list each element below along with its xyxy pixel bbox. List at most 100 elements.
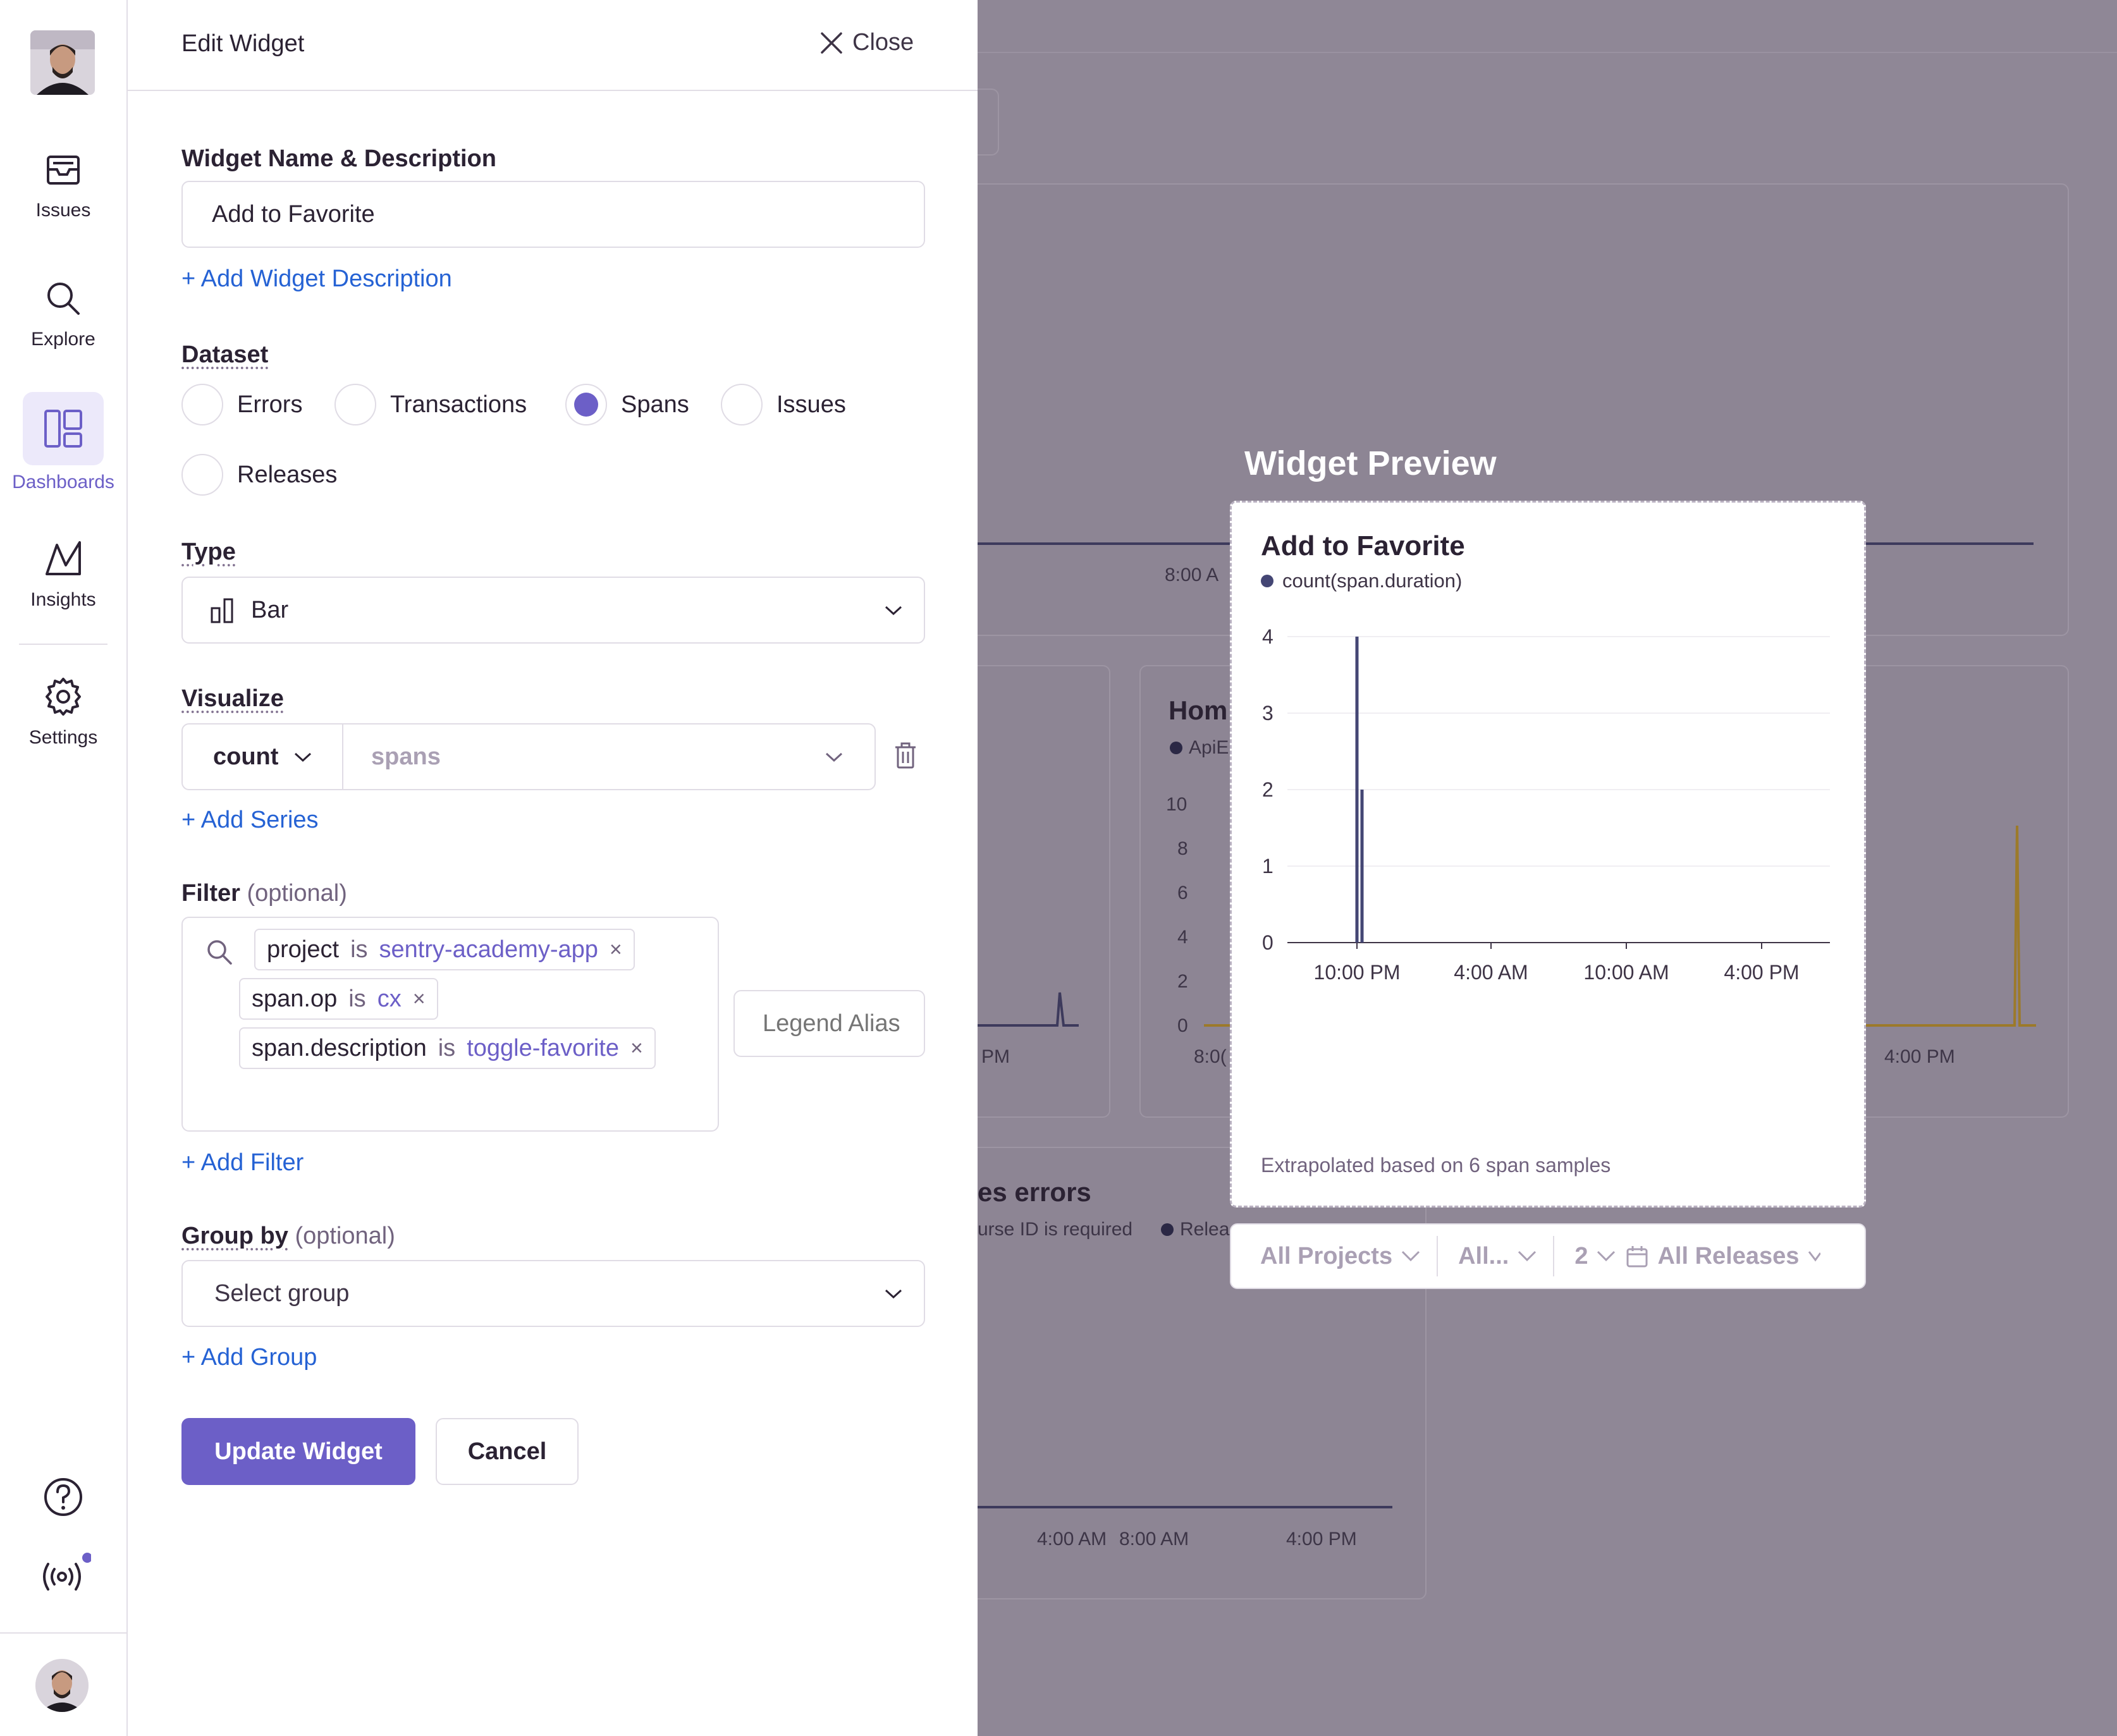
bg-bottom-tick-1: 4:00 AM — [1037, 1529, 1107, 1550]
filter-key: span.description — [252, 1034, 427, 1061]
gear-icon — [46, 678, 81, 716]
visualize-label: Visualize — [181, 685, 284, 712]
remove-filter-icon[interactable]: × — [413, 987, 426, 1012]
sidebar-item-label: Insights — [30, 589, 96, 610]
field-placeholder: spans — [371, 743, 441, 770]
remove-filter-icon[interactable]: × — [610, 938, 622, 962]
sidebar-item-settings[interactable]: Settings — [0, 674, 126, 749]
bg-y-8: 8 — [1177, 838, 1188, 859]
panel-title: Edit Widget — [181, 30, 305, 57]
search-icon — [47, 283, 80, 315]
bg-header-divider — [978, 52, 2117, 53]
bg-errors-legend2: Relea — [1161, 1219, 1229, 1240]
panel-header: Edit Widget Close — [128, 0, 978, 91]
bg-errors-axis — [978, 1506, 1392, 1508]
field-select[interactable]: spans — [342, 723, 876, 790]
inbox-icon — [47, 156, 80, 185]
aggregate-select[interactable]: count — [181, 723, 343, 790]
dataset-radio-errors[interactable]: Errors — [181, 384, 302, 425]
dataset-label: Dataset — [181, 341, 269, 368]
add-description-link[interactable]: + Add Widget Description — [181, 266, 452, 293]
add-filter-link[interactable]: + Add Filter — [181, 1149, 304, 1177]
chevron-down-icon — [825, 752, 843, 762]
chart-bar — [1360, 790, 1364, 943]
close-button[interactable]: Close — [819, 29, 914, 56]
dataset-radio-issues[interactable]: Issues — [721, 384, 846, 425]
broadcast-icon[interactable] — [38, 1549, 91, 1594]
release-filter[interactable]: All Releases — [1626, 1243, 1821, 1270]
sidebar-item-explore[interactable]: Explore — [0, 276, 126, 350]
filter-operator[interactable]: is — [438, 1035, 455, 1062]
filter-divider — [1437, 1236, 1439, 1276]
environment-filter[interactable]: All... — [1458, 1243, 1537, 1270]
bg-bottom-tick-2: 8:00 AM — [1119, 1529, 1189, 1550]
sidebar-item-dashboards[interactable]: Dashboards — [0, 392, 126, 493]
cancel-button[interactable]: Cancel — [436, 1418, 579, 1485]
bg-y-6: 6 — [1177, 883, 1188, 903]
radio-label: Errors — [237, 391, 303, 418]
insights-icon — [46, 541, 81, 575]
chevron-down-icon — [885, 1289, 902, 1299]
type-label: Type — [181, 539, 236, 565]
bg-widget-title: Hom — [1169, 695, 1228, 725]
chevron-down-icon — [294, 752, 312, 762]
add-group-link[interactable]: + Add Group — [181, 1344, 317, 1371]
legend-alias-input[interactable] — [733, 990, 925, 1057]
date-range-filter[interactable]: 2 — [1574, 1243, 1616, 1270]
radio-circle-selected — [565, 384, 607, 425]
sidebar-item-issues[interactable]: Issues — [0, 147, 126, 221]
remove-filter-icon[interactable]: × — [630, 1036, 643, 1061]
bg-bottom-tick-3: 4:00 PM — [1286, 1529, 1357, 1550]
user-avatar[interactable] — [35, 1659, 89, 1712]
sidebar-divider — [0, 1632, 126, 1634]
filter-token-span-op[interactable]: span.op is cx × — [239, 978, 438, 1020]
bg-right-tick: 4:00 PM — [1884, 1046, 1955, 1067]
dataset-radio-transactions[interactable]: Transactions — [334, 384, 527, 425]
widget-preview-heading: Widget Preview — [1244, 444, 1497, 482]
widget-name-input[interactable]: Add to Favorite — [181, 181, 925, 248]
widget-name-label: Widget Name & Description — [181, 145, 496, 172]
bar-chart-icon — [211, 598, 233, 623]
y-tick-label: 2 — [1262, 778, 1273, 801]
calendar-icon — [1626, 1246, 1648, 1268]
help-icon[interactable] — [40, 1474, 86, 1520]
bg-errors-title: es errors — [978, 1177, 1091, 1207]
optional-hint: (optional) — [247, 880, 347, 907]
aggregate-value: count — [213, 743, 279, 770]
filter-value[interactable]: toggle-favorite — [467, 1035, 619, 1062]
type-select[interactable]: Bar — [181, 577, 925, 644]
filter-label: Filter (optional) — [181, 880, 347, 907]
filter-value[interactable]: cx — [377, 986, 402, 1013]
org-avatar[interactable] — [30, 30, 95, 95]
bg-tick-8am: 8:00 A — [1165, 565, 1219, 585]
filter-operator[interactable]: is — [348, 986, 365, 1013]
dataset-radio-spans[interactable]: Spans — [565, 384, 689, 425]
x-tick-label: 10:00 AM — [1583, 961, 1669, 984]
filter-token-span-description[interactable]: span.description is toggle-favorite × — [239, 1027, 656, 1069]
filter-divider — [1553, 1236, 1555, 1276]
project-filter[interactable]: All Projects — [1260, 1243, 1420, 1270]
filter-value[interactable]: sentry-academy-app — [379, 936, 598, 963]
type-value: Bar — [251, 597, 289, 623]
bg-y-0: 0 — [1177, 1015, 1188, 1036]
chevron-down-icon — [1402, 1250, 1420, 1262]
chart-bar — [1355, 637, 1359, 943]
edit-widget-panel: Edit Widget Close Widget Name & Descript… — [128, 0, 978, 1736]
filter-operator[interactable]: is — [350, 936, 367, 963]
trash-icon[interactable] — [893, 742, 918, 770]
sidebar-item-insights[interactable]: Insights — [0, 536, 126, 611]
filter-token-project[interactable]: project is sentry-academy-app × — [254, 929, 635, 970]
x-tick-label: 4:00 AM — [1454, 961, 1528, 984]
chart-legend: count(span.duration) — [1261, 570, 1462, 592]
dataset-radio-releases[interactable]: Releases — [181, 454, 337, 496]
radio-circle — [181, 454, 223, 496]
radio-circle — [721, 384, 763, 425]
chart-title: Add to Favorite — [1261, 530, 1465, 561]
update-widget-button[interactable]: Update Widget — [181, 1418, 415, 1485]
sidebar-item-label: Settings — [28, 727, 98, 748]
group-select[interactable]: Select group — [181, 1260, 925, 1327]
page-filters-bar: All Projects All... 2 All Releases — [1230, 1223, 1866, 1289]
filter-key: span.op — [252, 985, 338, 1012]
add-series-link[interactable]: + Add Series — [181, 807, 319, 834]
close-icon — [821, 32, 842, 54]
